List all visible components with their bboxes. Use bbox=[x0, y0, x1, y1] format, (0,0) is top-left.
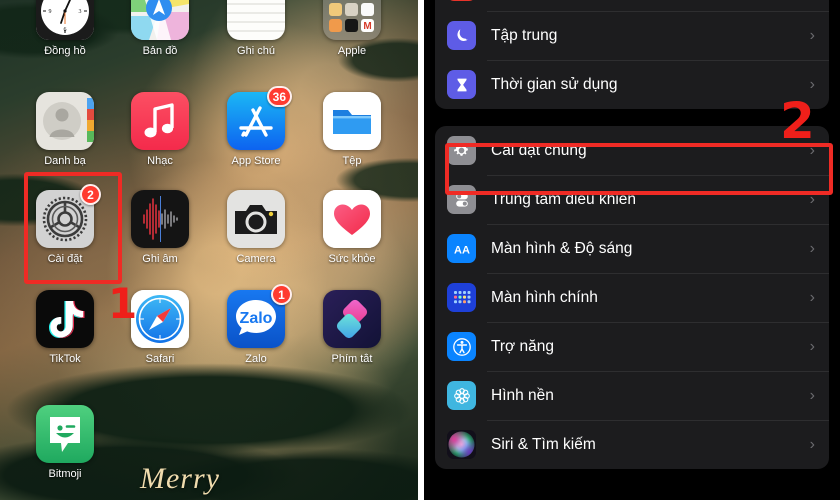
bitmoji-icon bbox=[36, 405, 94, 463]
camera-icon bbox=[227, 190, 285, 248]
moon-focus-icon bbox=[447, 21, 476, 50]
app-label: Zalo bbox=[245, 353, 267, 365]
step-2-highlight-box bbox=[445, 143, 833, 195]
chevron-right-icon: › bbox=[809, 386, 815, 404]
svg-text:M: M bbox=[363, 21, 371, 32]
app-nhac[interactable]: Nhạc bbox=[131, 92, 189, 167]
settings-row-partial-above[interactable]: › bbox=[435, 0, 829, 11]
app-label: Ghi âm bbox=[142, 253, 178, 265]
tutorial-screenshot: Merry 1 2 3 6 9 bbox=[0, 0, 840, 500]
app-phim-tat[interactable]: Phím tắt bbox=[323, 290, 381, 365]
files-icon bbox=[323, 92, 381, 150]
home-screen-grid-icon bbox=[447, 283, 476, 312]
svg-text:3: 3 bbox=[79, 9, 82, 15]
chevron-right-icon: › bbox=[809, 435, 815, 453]
settings-row-label: Màn hình & Độ sáng bbox=[491, 239, 633, 257]
settings-row-label: Hình nền bbox=[491, 386, 554, 404]
group-separator bbox=[424, 109, 840, 126]
chevron-right-icon: › bbox=[809, 26, 815, 44]
app-camera[interactable]: Camera bbox=[227, 190, 285, 265]
tiktok-icon bbox=[36, 290, 94, 348]
app-ghi-am[interactable]: Ghi âm bbox=[131, 190, 189, 265]
siri-orb-icon bbox=[447, 430, 476, 459]
settings-row-label: Màn hình chính bbox=[491, 288, 598, 306]
shortcuts-icon bbox=[323, 290, 381, 348]
step-1-number: 1 bbox=[108, 279, 138, 328]
svg-text:6: 6 bbox=[64, 27, 67, 33]
app-label: Sức khỏe bbox=[328, 253, 376, 265]
settings-row-siri-tim-kiem[interactable]: Siri & Tìm kiếm › bbox=[435, 420, 829, 469]
hourglass-screentime-icon bbox=[447, 70, 476, 99]
settings-row-label: Tập trung bbox=[491, 26, 558, 44]
settings-group-notifications-partial: › Tập trung › Thời gian sử dụng › bbox=[435, 0, 829, 109]
app-label: Ghi chú bbox=[237, 45, 275, 57]
settings-row-man-hinh-chinh[interactable]: Màn hình chính › bbox=[435, 273, 829, 322]
app-suc-khoe[interactable]: Sức khỏe bbox=[323, 190, 381, 265]
step-2-number: 2 bbox=[780, 92, 815, 150]
chevron-right-icon: › bbox=[809, 337, 815, 355]
svg-text:AA: AA bbox=[454, 244, 470, 256]
settings-row-tro-nang[interactable]: Trợ năng › bbox=[435, 322, 829, 371]
app-ban-do[interactable]: Bản đồ bbox=[131, 0, 189, 57]
health-heart-icon bbox=[323, 190, 381, 248]
notifications-icon bbox=[447, 0, 476, 1]
settings-row-tap-trung[interactable]: Tập trung › bbox=[435, 11, 829, 60]
app-zalo[interactable]: Zalo 1 Zalo bbox=[227, 284, 292, 365]
wallpaper-flower-icon bbox=[447, 381, 476, 410]
svg-text:Zalo: Zalo bbox=[240, 310, 273, 327]
app-dong-ho[interactable]: 123 69 Đồng hồ bbox=[36, 0, 94, 57]
accessibility-person-icon bbox=[447, 332, 476, 361]
chevron-right-icon: › bbox=[809, 75, 815, 93]
settings-row-label: Trợ năng bbox=[491, 337, 555, 355]
app-label: Camera bbox=[236, 253, 276, 265]
app-tiktok[interactable]: TikTok bbox=[36, 290, 94, 365]
settings-row-label: Siri & Tìm kiếm bbox=[491, 435, 596, 453]
app-label: Phím tắt bbox=[331, 353, 373, 365]
app-store-badge: 36 bbox=[266, 86, 292, 107]
app-label: Safari bbox=[145, 353, 175, 365]
chevron-right-icon: › bbox=[809, 288, 815, 306]
app-label: Apple bbox=[337, 45, 367, 57]
settings-row-man-hinh-do-sang[interactable]: AA Màn hình & Độ sáng › bbox=[435, 224, 829, 273]
app-bitmoji[interactable]: Bitmoji bbox=[36, 405, 94, 480]
app-label: Danh bạ bbox=[44, 155, 86, 167]
music-icon bbox=[131, 92, 189, 150]
app-label: Tệp bbox=[342, 155, 362, 167]
wallpaper-merry-text: Merry bbox=[140, 462, 220, 495]
safari-compass-icon bbox=[131, 290, 189, 348]
folder-apple-icon: M bbox=[323, 0, 381, 40]
chevron-right-icon: › bbox=[809, 239, 815, 257]
contacts-icon bbox=[36, 92, 94, 150]
app-tep[interactable]: Tệp bbox=[323, 92, 381, 167]
svg-text:9: 9 bbox=[49, 9, 52, 15]
iphone-home-screen: Merry 123 69 bbox=[0, 0, 418, 500]
clock-icon: 123 69 bbox=[36, 0, 94, 40]
app-app-store[interactable]: 36 App Store bbox=[227, 86, 292, 167]
app-label: Đồng hồ bbox=[44, 45, 86, 57]
app-ghi-chu[interactable]: Ghi chú bbox=[227, 0, 285, 57]
app-label: Bản đồ bbox=[142, 45, 178, 57]
app-danh-ba[interactable]: Danh bạ bbox=[36, 92, 94, 167]
app-label: Nhạc bbox=[147, 155, 173, 167]
zalo-badge: 1 bbox=[271, 284, 292, 305]
settings-row-thoi-gian-su-dung[interactable]: Thời gian sử dụng › bbox=[435, 60, 829, 109]
app-label: Bitmoji bbox=[48, 468, 82, 480]
notes-icon bbox=[227, 0, 285, 40]
settings-row-label: Thời gian sử dụng bbox=[491, 75, 618, 93]
settings-row-hinh-nen[interactable]: Hình nền › bbox=[435, 371, 829, 420]
folder-apple[interactable]: M Apple bbox=[323, 0, 381, 57]
voice-memos-icon bbox=[131, 190, 189, 248]
display-aa-icon: AA bbox=[447, 234, 476, 263]
ios-settings-list: › Tập trung › Thời gian sử dụng › bbox=[424, 0, 840, 500]
step-1-highlight-box bbox=[24, 172, 122, 284]
app-safari[interactable]: Safari bbox=[131, 290, 189, 365]
app-label: App Store bbox=[231, 155, 281, 167]
app-label: TikTok bbox=[49, 353, 81, 365]
maps-icon bbox=[131, 0, 189, 40]
